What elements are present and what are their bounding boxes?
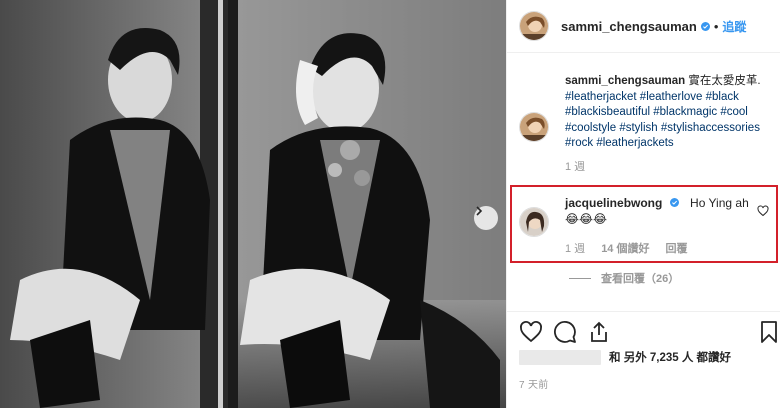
comment-age: 1 週 — [565, 243, 586, 255]
carousel-next-button[interactable] — [474, 206, 498, 230]
separator-dot: • — [713, 18, 719, 34]
caption-hashtags[interactable]: #leatherjacket #leatherlove #black #blac… — [565, 91, 760, 150]
comment-icon[interactable] — [553, 320, 577, 344]
post-header: sammi_chengsauman • 追蹤 — [507, 0, 780, 53]
redacted-liker — [519, 349, 601, 365]
comment-username[interactable]: jacquelinebwong — [565, 196, 662, 210]
view-replies-button[interactable]: 查看回覆（26） — [569, 270, 679, 286]
post-side-panel: sammi_chengsauman • 追蹤 sammi_chengsauman… — [506, 0, 780, 408]
author-avatar[interactable] — [519, 11, 549, 41]
comment-likes[interactable]: 14 個讚好 — [601, 241, 649, 257]
view-replies-label: 查看回覆（26） — [601, 273, 680, 285]
caption-text: 實在太愛皮革. — [688, 75, 761, 87]
caption-age: 1 週 — [565, 160, 586, 173]
post-photo — [0, 0, 506, 408]
comment-text: Ho Ying ah — [690, 196, 749, 210]
heart-icon[interactable] — [519, 320, 543, 344]
chevron-right-icon — [476, 206, 483, 216]
post-actions — [507, 311, 780, 351]
comment: jacquelinebwong Ho Ying ah 😂😂😂 1 週 14 個讚… — [519, 195, 775, 257]
verified-icon — [669, 198, 679, 207]
comment-meta: 1 週 14 個讚好 回覆 — [565, 241, 765, 257]
verified-icon — [700, 21, 710, 31]
photo-image — [0, 0, 506, 408]
view-replies-line — [569, 277, 591, 279]
follow-button[interactable]: 追蹤 — [722, 18, 746, 35]
heart-icon[interactable] — [757, 205, 769, 217]
likes-row: 和 另外 7,235 人 都讚好 — [519, 349, 779, 365]
comment-body: jacquelinebwong Ho Ying ah 😂😂😂 1 週 14 個讚… — [565, 195, 765, 257]
post-timestamp: 7 天前 — [519, 380, 549, 391]
share-icon[interactable] — [587, 320, 611, 344]
commenter-avatar[interactable] — [519, 207, 549, 237]
caption-username[interactable]: sammi_chengsauman — [565, 75, 685, 87]
caption-body: sammi_chengsauman 實在太愛皮革. #leatherjacket… — [565, 74, 775, 175]
reply-button[interactable]: 回覆 — [665, 241, 687, 257]
caption: sammi_chengsauman 實在太愛皮革. #leatherjacket… — [519, 74, 775, 175]
bookmark-icon[interactable] — [757, 320, 780, 344]
caption-avatar[interactable] — [519, 112, 549, 142]
likes-count[interactable]: 和 另外 7,235 人 都讚好 — [609, 349, 731, 365]
author-username[interactable]: sammi_chengsauman — [561, 19, 697, 34]
comment-emojis: 😂😂😂 — [565, 212, 608, 226]
